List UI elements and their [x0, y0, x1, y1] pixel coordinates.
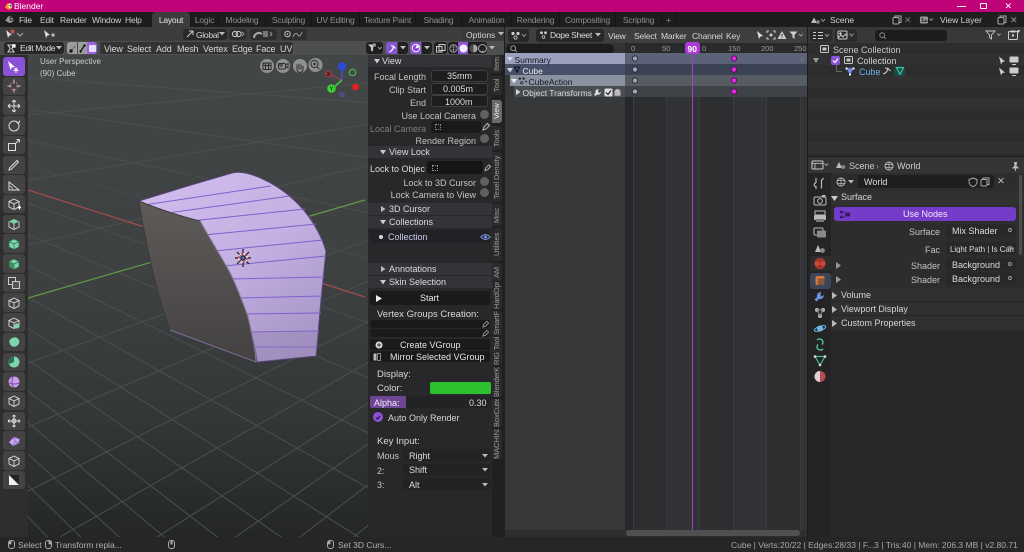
svg-text:Y: Y: [330, 87, 334, 93]
svg-text:X: X: [327, 72, 331, 78]
svg-text:(90) Cube: (90) Cube: [40, 69, 76, 78]
svg-text:User Perspective: User Perspective: [40, 57, 101, 66]
